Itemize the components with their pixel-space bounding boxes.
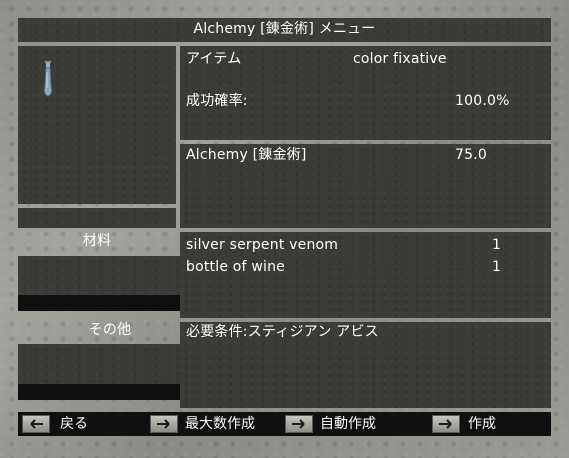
- item-image-footer: [18, 208, 176, 228]
- other-left-panel: [18, 344, 180, 384]
- success-chance-value: 100.0%: [455, 93, 510, 109]
- material-name: silver serpent venom: [186, 237, 339, 253]
- material-name: bottle of wine: [186, 259, 285, 275]
- other-left-bar: [18, 384, 180, 400]
- auto-make-button[interactable]: 自動作成: [320, 416, 376, 432]
- item-label: アイテム: [186, 51, 242, 67]
- success-chance-label: 成功確率:: [186, 93, 248, 109]
- material-qty: 1: [492, 237, 502, 253]
- material-qty: 1: [492, 259, 502, 275]
- window-title: Alchemy [錬金術] メニュー: [193, 21, 376, 37]
- skill-value: 75.0: [455, 147, 487, 163]
- make-arrow-icon[interactable]: [432, 415, 460, 433]
- materials-left-bar: [18, 295, 180, 311]
- auto-make-arrow-icon[interactable]: [285, 415, 313, 433]
- make-max-arrow-icon[interactable]: [150, 415, 178, 433]
- materials-header: 材料: [82, 233, 112, 249]
- materials-left-panel: [18, 256, 180, 295]
- requirement-text: 必要条件:スティジアン アビス: [186, 324, 379, 340]
- item-name: color fixative: [353, 51, 447, 67]
- make-button[interactable]: 作成: [468, 416, 496, 432]
- skill-name: Alchemy [錬金術]: [186, 147, 307, 163]
- back-arrow-icon[interactable]: [22, 415, 50, 433]
- alchemy-gump-window: Alchemy [錬金術] メニュー アイテム color fixative 成…: [0, 0, 569, 458]
- other-header: その他: [88, 322, 132, 338]
- make-max-button[interactable]: 最大数作成: [185, 416, 255, 432]
- back-button[interactable]: 戻る: [60, 416, 88, 432]
- potion-bottle-icon: [43, 61, 53, 97]
